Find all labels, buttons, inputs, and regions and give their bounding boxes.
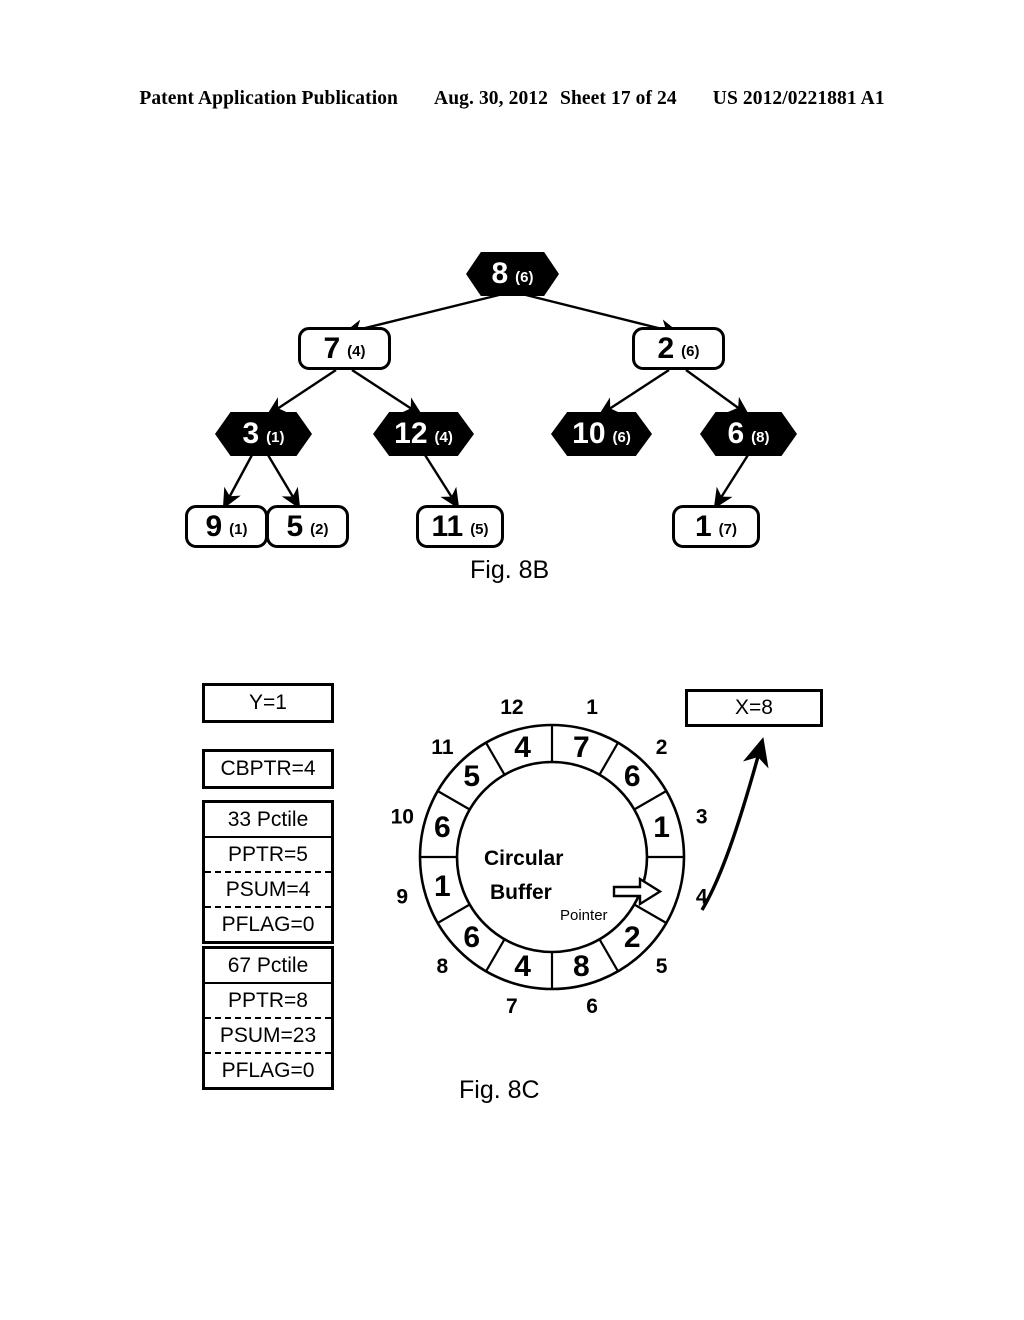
buffer-slot-position-5: 5 [656, 955, 668, 978]
tree-node-10: 10 (6) [551, 412, 652, 456]
buffer-slot-divider [598, 742, 619, 776]
tree-node-1-value: 1 [694, 509, 712, 543]
buffer-slot-value-1: 7 [573, 731, 590, 764]
cbptr-box: CBPTR=4 [202, 749, 334, 789]
tree-node-10-value: 10 [572, 417, 606, 450]
tree-node-12: 12 (4) [373, 412, 474, 456]
buffer-slot-position-12: 12 [500, 696, 523, 719]
percentile-block-33: 33 Pctile PPTR=5 PSUM=4 PFLAG=0 [202, 800, 334, 944]
figure-8c-caption: Fig. 8C [459, 1076, 540, 1104]
tree-node-11: 11 (5) [416, 505, 504, 548]
tree-node-7-value: 7 [323, 331, 341, 365]
percentile-33-pptr: PPTR=5 [228, 842, 308, 866]
buffer-slot-value-8: 6 [463, 921, 480, 954]
buffer-slot-divider [485, 938, 506, 972]
tree-node-9-value: 9 [205, 509, 223, 543]
tree-node-12-count: (4) [434, 428, 453, 446]
page-header: Patent Application Publication Aug. 30, … [0, 88, 1024, 110]
buffer-slot-divider [598, 938, 619, 972]
buffer-slot-value-5: 2 [624, 921, 641, 954]
buffer-slot-position-10: 10 [392, 805, 414, 828]
tree-node-9: 9 (1) [185, 505, 268, 548]
tree-node-1: 1 (7) [672, 505, 760, 548]
buffer-slot-value-7: 4 [514, 950, 531, 983]
buffer-pointer-label: Pointer [560, 907, 608, 924]
buffer-slot-value-3: 1 [653, 811, 670, 844]
tree-node-3: 3 (1) [215, 412, 312, 456]
tree-node-11-value: 11 [431, 509, 464, 543]
percentile-33-psum: PSUM=4 [205, 871, 331, 906]
tree-node-7: 7 (4) [298, 327, 391, 370]
tree-node-2-value: 2 [657, 331, 675, 365]
tree-node-3-count: (1) [266, 428, 285, 446]
tree-node-10-count: (6) [612, 428, 631, 446]
percentile-67-psum: PSUM=23 [205, 1017, 331, 1052]
tree-node-8: 8 (6) [466, 252, 559, 296]
percentile-33-pflag: PFLAG=0 [205, 906, 331, 941]
tree-node-3-value: 3 [242, 417, 260, 450]
buffer-slot-value-6: 8 [573, 950, 590, 983]
buffer-slot-divider [633, 790, 667, 811]
tree-node-5-value: 5 [286, 509, 304, 543]
figure-8c: Y=1 CBPTR=4 33 Pctile PPTR=5 PSUM=4 PFLA… [0, 665, 1024, 1105]
buffer-slot-value-11: 5 [463, 760, 480, 793]
tree-node-6-value: 6 [727, 417, 745, 450]
tree-node-1-count: (7) [718, 521, 738, 538]
tree-node-9-count: (1) [229, 521, 248, 538]
percentile-block-67: 67 Pctile PPTR=8 PSUM=23 PFLAG=0 [202, 946, 334, 1090]
tree-node-11-count: (5) [470, 521, 489, 538]
buffer-slot-value-10: 6 [434, 811, 451, 844]
sheet-number: Sheet 17 of 24 [560, 88, 677, 109]
buffer-slot-position-11: 11 [431, 736, 454, 759]
buffer-slot-divider [485, 742, 506, 776]
publication-date: Aug. 30, 2012 [434, 88, 548, 109]
buffer-slot-position-2: 2 [656, 736, 668, 759]
buffer-slot-position-1: 1 [586, 696, 598, 719]
tree-node-7-count: (4) [347, 343, 366, 360]
percentile-67-pptr: PPTR=8 [228, 988, 308, 1012]
buffer-slot-position-9: 9 [396, 886, 408, 909]
tree-node-8-count: (6) [515, 268, 534, 286]
figure-8b: 8 (6) 7 (4) 2 (6) 3 (1) 12 (4) 10 (6) 6 … [0, 230, 1024, 595]
buffer-slot-position-7: 7 [506, 995, 518, 1018]
buffer-slot-position-8: 8 [437, 955, 449, 978]
circular-buffer: 76128461654 1 2 3 4 5 6 7 8 9 10 11 12 Circular Buf… [392, 685, 712, 1030]
tree-node-2: 2 (6) [632, 327, 725, 370]
y-value-box: Y=1 [202, 683, 334, 723]
tree-node-6-count: (8) [751, 428, 770, 446]
buffer-center-line1: Circular [484, 847, 564, 870]
buffer-slot-divider [437, 790, 471, 811]
buffer-slot-value-12: 4 [514, 731, 531, 764]
percentile-33-title: 33 Pctile [205, 803, 331, 838]
percentile-67-title: 67 Pctile [205, 949, 331, 984]
percentile-67-pflag: PFLAG=0 [205, 1052, 331, 1087]
buffer-center-line2: Buffer [490, 881, 552, 904]
buffer-slot-position-6: 6 [586, 995, 598, 1018]
publication-label: Patent Application Publication [139, 88, 399, 109]
tree-node-12-value: 12 [394, 417, 428, 450]
tree-node-8-value: 8 [491, 257, 509, 290]
tree-node-5-count: (2) [310, 521, 329, 538]
tree-node-2-count: (6) [681, 343, 700, 360]
buffer-slot-value-9: 1 [434, 870, 451, 903]
buffer-slot-value-2: 6 [624, 760, 641, 793]
buffer-to-x-arrow [700, 737, 769, 911]
patent-number: US 2012/0221881 A1 [712, 88, 885, 109]
tree-node-6: 6 (8) [700, 412, 797, 456]
tree-node-5: 5 (2) [266, 505, 349, 548]
figure-8b-caption: Fig. 8B [470, 556, 550, 584]
